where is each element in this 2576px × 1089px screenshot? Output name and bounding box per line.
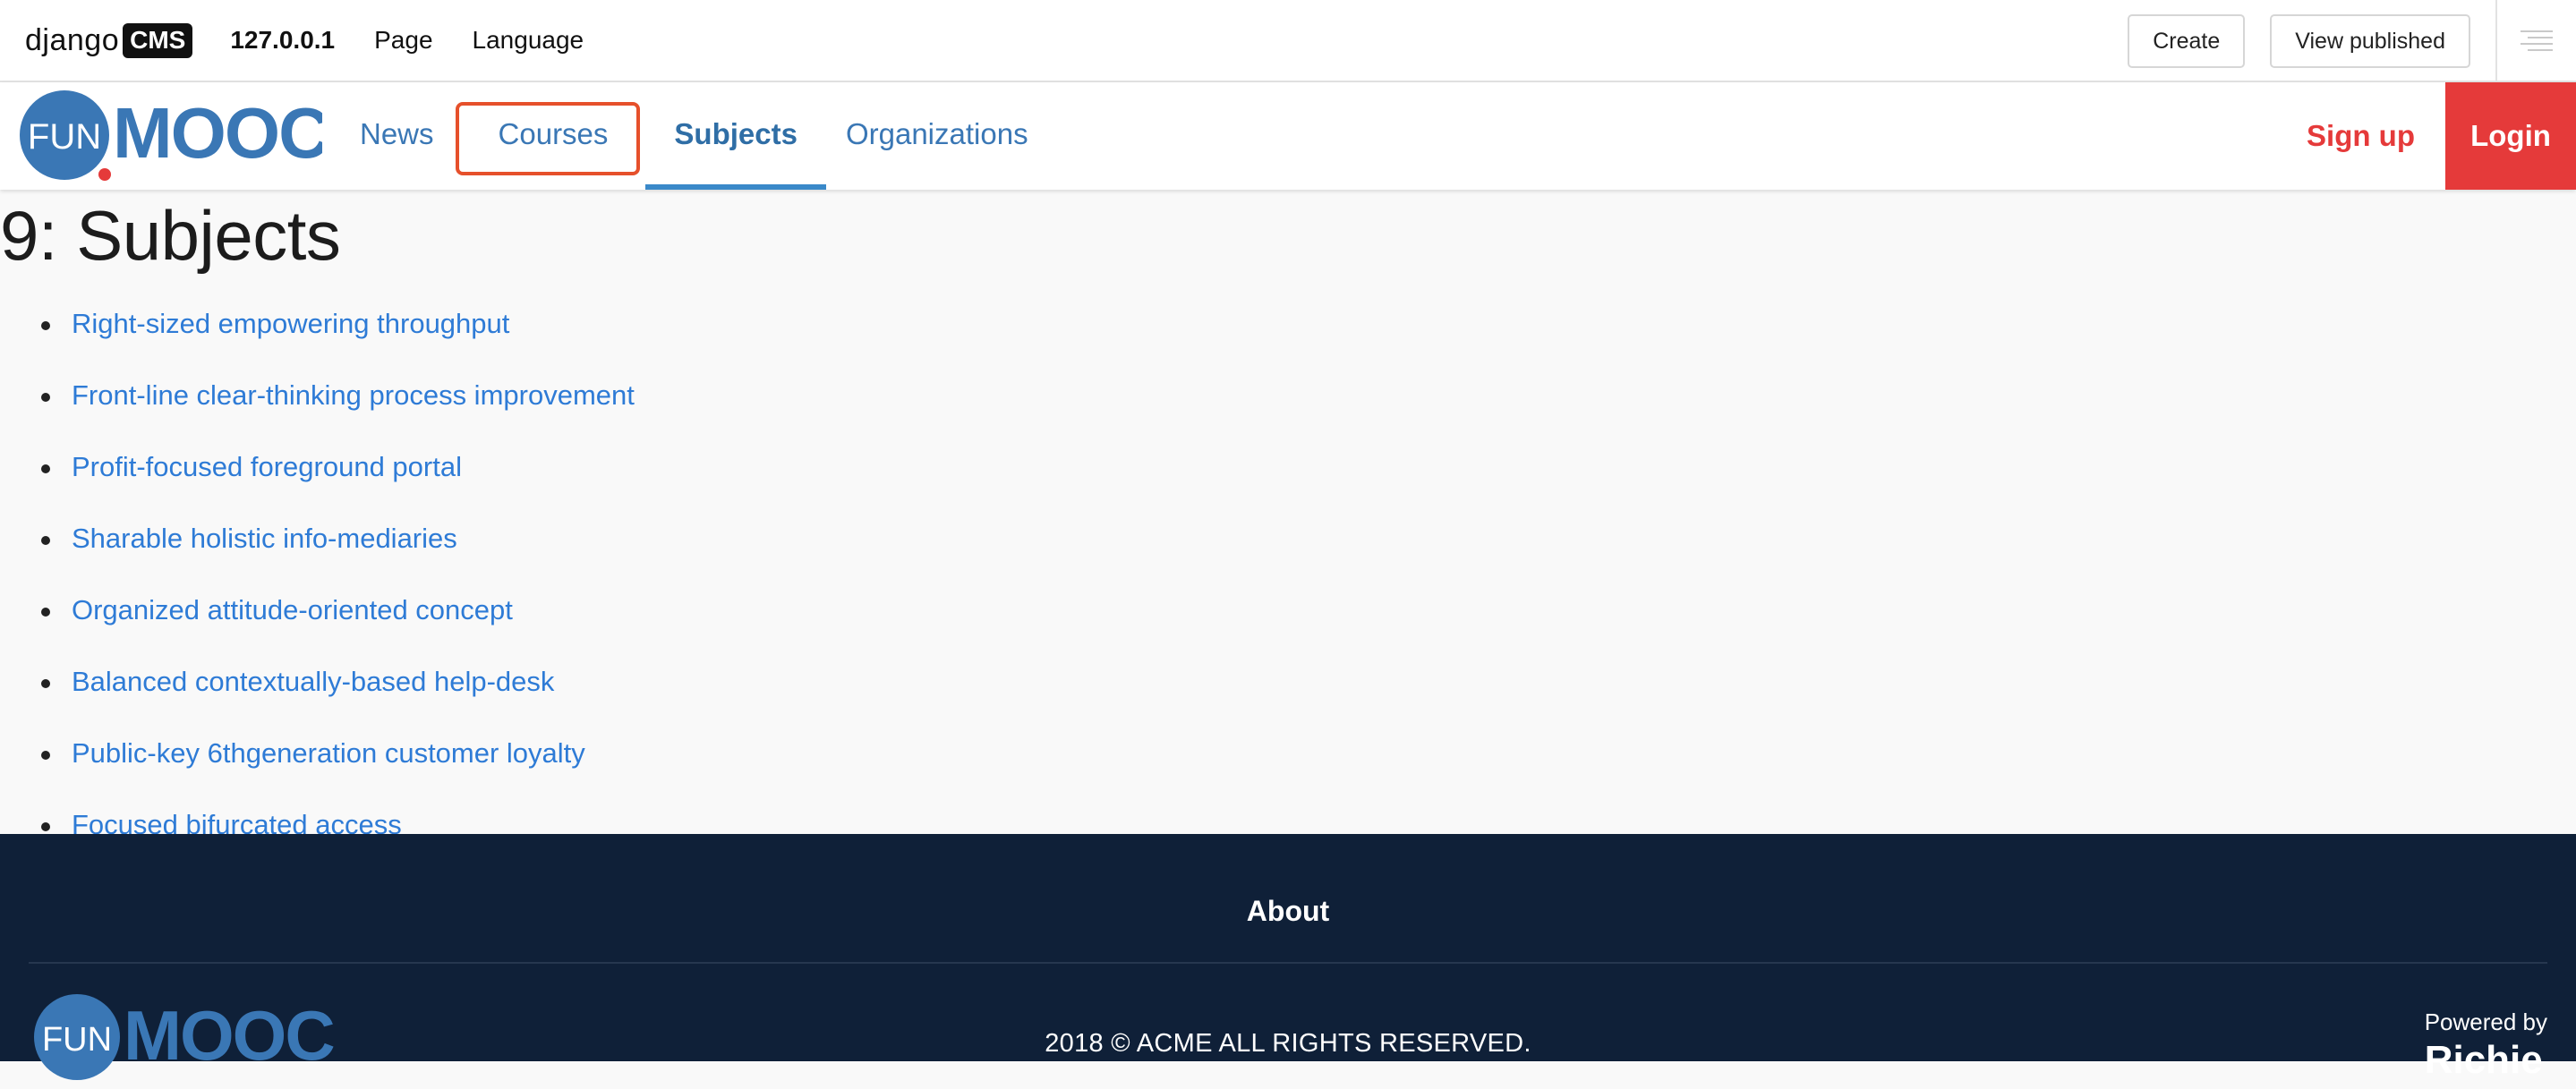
- view-published-button[interactable]: View published: [2270, 14, 2470, 68]
- fun-mooc-logo[interactable]: FUN MOOC: [9, 84, 330, 183]
- signup-link[interactable]: Sign up: [2307, 82, 2415, 190]
- footer-copyright: 2018 © ACME ALL RIGHTS RESERVED.: [1045, 1029, 1531, 1058]
- list-item: Right-sized empowering throughput: [0, 288, 635, 360]
- cms-menu-language[interactable]: Language: [473, 26, 584, 55]
- nav-news-label: News: [360, 117, 434, 150]
- powered-by[interactable]: Powered by Richie: [2425, 1008, 2547, 1083]
- subject-link[interactable]: Sharable holistic info-mediaries: [72, 523, 457, 555]
- footer-about-link[interactable]: About: [0, 895, 2576, 928]
- svg-text:MOOC: MOOC: [113, 93, 322, 173]
- cms-menu-page[interactable]: Page: [374, 26, 432, 55]
- subject-link[interactable]: Profit-focused foreground portal: [72, 451, 462, 483]
- login-button[interactable]: Login: [2445, 82, 2576, 190]
- cms-toolbar-actions: Create View published: [2128, 0, 2576, 82]
- footer-divider: [29, 962, 2547, 964]
- nav-organizations-label: Organizations: [845, 117, 1028, 150]
- nav-subjects[interactable]: Subjects: [645, 82, 826, 190]
- list-lines-icon: [2521, 30, 2553, 51]
- cms-toolbar: django CMS 127.0.0.1 Page Language Creat…: [0, 0, 2576, 82]
- create-button[interactable]: Create: [2128, 14, 2246, 68]
- nav-organizations[interactable]: Organizations: [826, 82, 1048, 190]
- subject-list: Right-sized empowering throughput Front-…: [0, 288, 635, 861]
- sideframe-toggle-button[interactable]: [2495, 0, 2576, 82]
- nav-subjects-label: Subjects: [674, 117, 798, 150]
- subject-link[interactable]: Front-line clear-thinking process improv…: [72, 379, 635, 412]
- nav-news[interactable]: News: [340, 82, 454, 190]
- list-item: Organized attitude-oriented concept: [0, 574, 635, 646]
- nav-courses[interactable]: Courses: [454, 82, 646, 190]
- list-item: Sharable holistic info-mediaries: [0, 503, 635, 574]
- django-cms-logo[interactable]: django CMS: [25, 0, 193, 81]
- list-item: Public-key 6thgeneration customer loyalt…: [0, 718, 635, 789]
- page-title: 9: Subjects: [0, 196, 341, 275]
- site-footer: About FUN MOOC 2018 © ACME ALL RIGHTS RE…: [0, 834, 2576, 1082]
- fun-mooc-logo-graphic: FUN MOOC: [20, 90, 330, 181]
- site-header: FUN MOOC News Courses Subjects Organizat…: [0, 82, 2576, 190]
- subject-link[interactable]: Right-sized empowering throughput: [72, 308, 509, 340]
- nav-courses-label: Courses: [498, 117, 609, 150]
- main-nav: News Courses Subjects Organizations: [340, 82, 1048, 190]
- richie-logo: Richie: [2424, 1038, 2543, 1082]
- cms-logo-badge: CMS: [123, 22, 193, 58]
- list-item: Profit-focused foreground portal: [0, 431, 635, 503]
- cms-menu-site[interactable]: 127.0.0.1: [230, 26, 335, 55]
- subject-link[interactable]: Balanced contextually-based help-desk: [72, 666, 554, 698]
- list-item: Front-line clear-thinking process improv…: [0, 360, 635, 431]
- main-content: 9: Subjects Right-sized empowering throu…: [0, 190, 2576, 840]
- powered-by-label: Powered by: [2424, 1008, 2547, 1035]
- cms-logo-text: django: [25, 22, 120, 57]
- list-item: Balanced contextually-based help-desk: [0, 646, 635, 718]
- svg-text:FUN: FUN: [28, 117, 101, 157]
- cms-menu: 127.0.0.1 Page Language: [230, 0, 623, 81]
- subject-link[interactable]: Public-key 6thgeneration customer loyalt…: [72, 737, 585, 770]
- subject-link[interactable]: Organized attitude-oriented concept: [72, 594, 513, 626]
